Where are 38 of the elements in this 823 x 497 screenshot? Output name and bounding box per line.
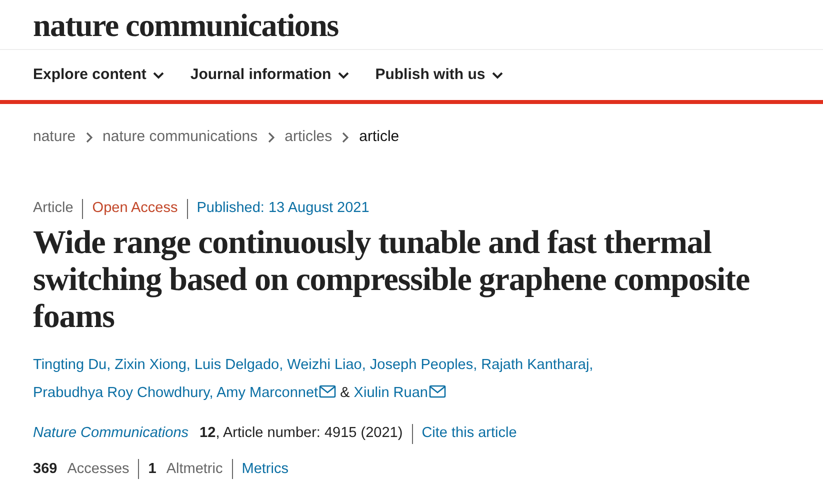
breadcrumb-link[interactable]: nature communications: [102, 126, 258, 148]
breadcrumb-current[interactable]: article: [359, 126, 400, 148]
journal-link[interactable]: Nature Communications: [33, 422, 189, 444]
cite-link[interactable]: Cite this article: [422, 422, 517, 444]
chevron-right-icon: [342, 132, 350, 142]
author-link[interactable]: Rajath Kantharaj,: [481, 356, 594, 373]
chevron-right-icon: [86, 132, 93, 142]
author-link[interactable]: Zixin Xiong,: [114, 356, 190, 373]
access-label: Open Access: [92, 199, 178, 218]
stat-label: Accesses: [67, 460, 130, 478]
breadcrumb-link[interactable]: articles: [284, 126, 332, 148]
stat-count: 369: [33, 460, 58, 478]
mail-icon[interactable]: [428, 384, 446, 398]
chevron-down-icon: [153, 72, 164, 78]
author-link[interactable]: Prabudhya Roy Chowdhury,: [33, 384, 214, 401]
nav-menu-button[interactable]: Explore content: [33, 64, 164, 86]
author-link[interactable]: Xiulin Ruan: [354, 384, 428, 401]
publish-date: Published: 13 August 2021: [196, 199, 370, 218]
author-link[interactable]: Amy Marconnet: [216, 384, 318, 401]
article-title: Wide range continuously tunable and fast thermal switching based on compressible graphene composite foams: [32, 224, 750, 336]
author-link[interactable]: Luis Delgado,: [194, 356, 284, 373]
conjunction-text: &: [340, 384, 350, 401]
chevron-down-icon: [492, 72, 504, 78]
author-link[interactable]: Tingting Du,: [33, 356, 111, 373]
metrics-link[interactable]: Metrics: [242, 458, 288, 480]
nav-menu-button[interactable]: Publish with us: [375, 64, 504, 86]
chevron-right-icon: [268, 132, 275, 142]
mail-icon[interactable]: [319, 384, 336, 398]
citation-details: 12, Article number: 4915 (2021): [200, 424, 403, 443]
stat-label: Altmetric: [166, 460, 223, 478]
site-logo[interactable]: nature communications: [33, 8, 338, 40]
nav-menu-button[interactable]: Journal information: [190, 64, 350, 86]
author-link[interactable]: Joseph Peoples,: [370, 356, 478, 373]
breadcrumb-link[interactable]: nature: [33, 126, 76, 148]
author-link[interactable]: Weizhi Liao,: [287, 356, 366, 373]
chevron-down-icon: [338, 72, 350, 78]
stat-count: 1: [148, 460, 156, 478]
article-type: Article: [33, 199, 74, 218]
